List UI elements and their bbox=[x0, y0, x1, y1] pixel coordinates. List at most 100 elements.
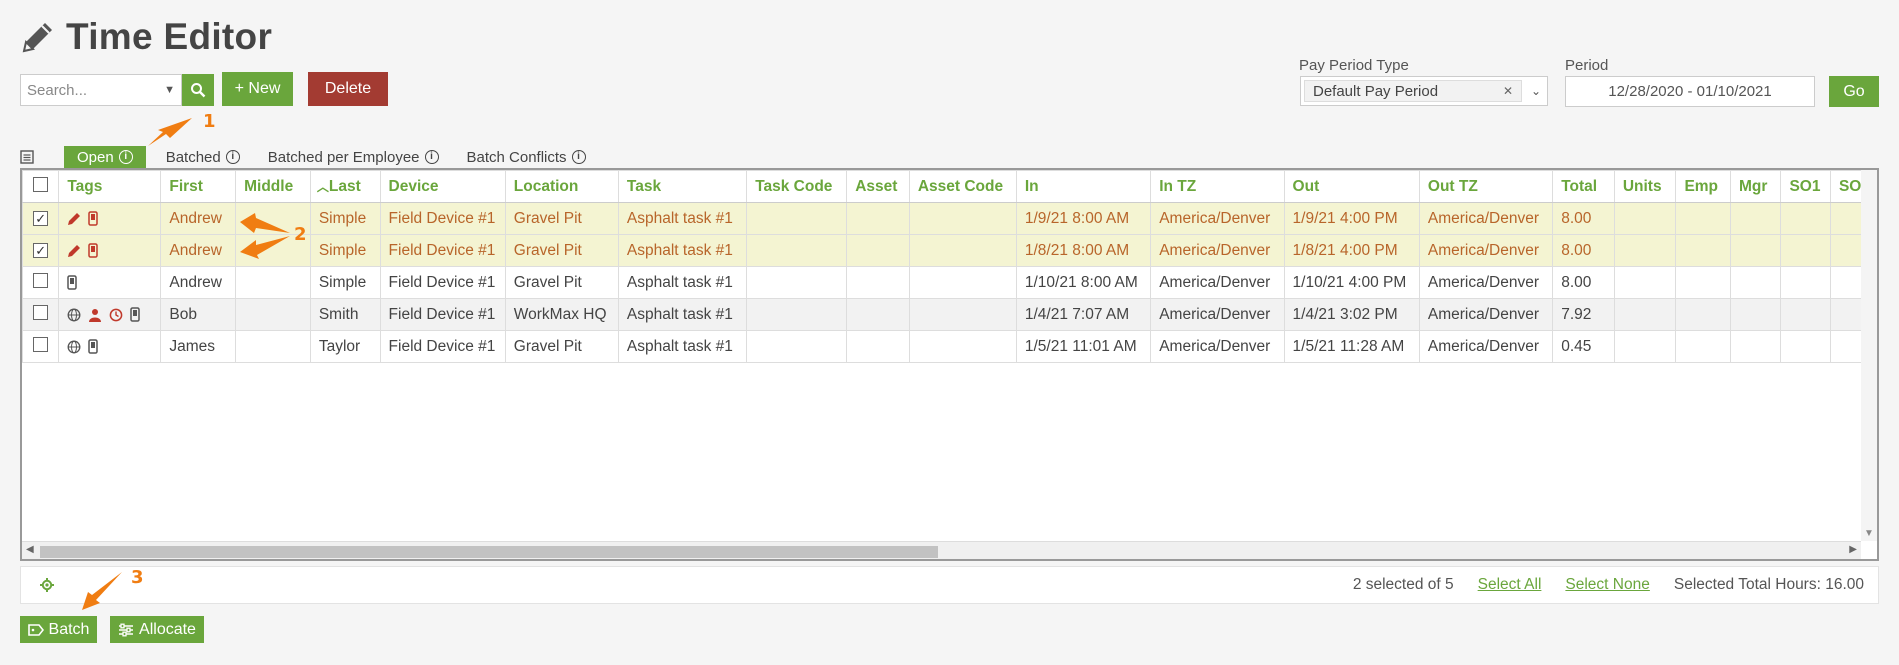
cell-empty bbox=[1780, 234, 1831, 267]
col-in-tz[interactable]: In TZ bbox=[1150, 170, 1285, 203]
cell-first: Andrew bbox=[160, 266, 237, 299]
table-row[interactable]: Bob Smith Field Device #1 WorkMax HQ Asphalt… bbox=[22, 298, 1877, 331]
gear-icon[interactable] bbox=[39, 577, 55, 593]
new-button[interactable]: + New bbox=[222, 72, 293, 106]
clock-icon bbox=[109, 308, 123, 322]
col-middle[interactable]: Middle bbox=[235, 170, 311, 203]
cell-in: 1/9/21 8:00 AM bbox=[1015, 202, 1152, 235]
scroll-left-icon[interactable]: ◀ bbox=[26, 544, 34, 555]
cell-task: Asphalt task #1 bbox=[617, 330, 748, 363]
search-input[interactable]: Search... ▼ bbox=[20, 74, 182, 106]
cell-task-code bbox=[746, 266, 848, 299]
col-out-tz[interactable]: Out TZ bbox=[1418, 170, 1554, 203]
cell-out-tz: America/Denver bbox=[1418, 234, 1554, 267]
chevron-down-icon[interactable]: ⌄ bbox=[1525, 84, 1547, 98]
col-tags[interactable]: Tags bbox=[58, 170, 162, 203]
cell-asset-code bbox=[908, 330, 1017, 363]
scrollbar-thumb[interactable] bbox=[40, 546, 938, 558]
batch-button[interactable]: Batch bbox=[20, 616, 97, 643]
col-units[interactable]: Units bbox=[1613, 170, 1677, 203]
col-device[interactable]: Device bbox=[379, 170, 506, 203]
vertical-scrollbar[interactable]: ▼ bbox=[1861, 170, 1877, 541]
cell-first: James bbox=[160, 330, 237, 363]
row-checkbox[interactable] bbox=[22, 298, 60, 331]
cell-out-tz: America/Denver bbox=[1418, 298, 1554, 331]
delete-button[interactable]: Delete bbox=[308, 72, 388, 106]
col-total[interactable]: Total bbox=[1552, 170, 1615, 203]
cell-empty bbox=[1780, 266, 1831, 299]
cell-empty bbox=[1613, 266, 1677, 299]
info-icon[interactable]: i bbox=[571, 150, 586, 164]
col-in[interactable]: In bbox=[1015, 170, 1152, 203]
cell-last: Simple bbox=[309, 234, 381, 267]
row-checkbox[interactable]: ✓ bbox=[22, 234, 60, 267]
cell-first: Andrew bbox=[160, 234, 237, 267]
info-icon[interactable]: i bbox=[225, 150, 240, 164]
cell-task: Asphalt task #1 bbox=[617, 234, 748, 267]
pencil-icon bbox=[67, 212, 81, 226]
select-none-link[interactable]: Select None bbox=[1565, 576, 1649, 594]
info-icon[interactable]: i bbox=[424, 150, 439, 164]
row-checkbox[interactable] bbox=[22, 266, 60, 299]
col-asset[interactable]: Asset bbox=[846, 170, 910, 203]
cell-empty bbox=[1675, 298, 1731, 331]
phone-icon bbox=[130, 307, 141, 322]
phone-icon bbox=[88, 243, 99, 258]
tags-cell bbox=[58, 266, 162, 299]
pencil-icon bbox=[67, 244, 81, 258]
col-last[interactable]: ︿Last bbox=[309, 170, 381, 203]
tab-batch-conflicts[interactable]: Batch Conflicts i bbox=[459, 146, 594, 168]
table-row[interactable]: James Taylor Field Device #1 Gravel Pit Asph… bbox=[22, 330, 1877, 363]
go-button[interactable]: Go bbox=[1829, 76, 1879, 107]
col-mgr[interactable]: Mgr bbox=[1729, 170, 1782, 203]
tab-batched-per-employee[interactable]: Batched per Employee i bbox=[260, 146, 447, 168]
col-task[interactable]: Task bbox=[617, 170, 748, 203]
sort-asc-icon: ︿ bbox=[316, 179, 329, 194]
col-task-code[interactable]: Task Code bbox=[746, 170, 848, 203]
pay-period-type-select[interactable]: Default Pay Period ✕ ⌄ bbox=[1300, 76, 1548, 106]
person-icon bbox=[88, 308, 102, 322]
col-first[interactable]: First bbox=[160, 170, 237, 203]
cell-asset bbox=[846, 234, 910, 267]
pay-period-type-value: Default Pay Period bbox=[1313, 82, 1439, 100]
allocate-button[interactable]: Allocate bbox=[110, 616, 204, 643]
col-location[interactable]: Location bbox=[504, 170, 619, 203]
cell-asset-code bbox=[908, 234, 1017, 267]
cell-device: Field Device #1 bbox=[379, 234, 506, 267]
row-checkbox[interactable] bbox=[22, 330, 60, 363]
scroll-right-icon[interactable]: ▶ bbox=[1849, 544, 1857, 555]
table-row[interactable]: Andrew Simple Field Device #1 Gravel Pit Asp… bbox=[22, 266, 1877, 299]
cell-task-code bbox=[746, 330, 848, 363]
annotation-number-1: 1 bbox=[203, 111, 216, 132]
col-emp[interactable]: Emp bbox=[1675, 170, 1731, 203]
tags-cell bbox=[58, 202, 162, 235]
tab-batched[interactable]: Batched i bbox=[158, 146, 248, 168]
select-all-checkbox[interactable] bbox=[22, 170, 60, 203]
cell-asset-code bbox=[908, 298, 1017, 331]
footer-summary: 2 selected of 5 Select All Select None S… bbox=[1353, 576, 1878, 594]
cell-middle bbox=[235, 266, 311, 299]
horizontal-scrollbar[interactable]: ◀ ▶ bbox=[22, 541, 1861, 559]
col-so1[interactable]: SO1 bbox=[1780, 170, 1831, 203]
period-input[interactable]: 12/28/2020 - 01/10/2021 bbox=[1565, 76, 1815, 107]
phone-icon bbox=[67, 275, 78, 290]
info-icon[interactable]: i bbox=[118, 150, 133, 164]
clear-icon[interactable]: ✕ bbox=[1503, 84, 1513, 98]
row-checkbox[interactable]: ✓ bbox=[22, 202, 60, 235]
scroll-down-icon[interactable]: ▼ bbox=[1864, 528, 1874, 539]
tab-label: Batched per Employee bbox=[267, 148, 420, 166]
chevron-down-icon[interactable]: ▼ bbox=[164, 84, 175, 96]
cell-empty bbox=[1729, 266, 1782, 299]
cell-in-tz: America/Denver bbox=[1150, 266, 1285, 299]
select-all-link[interactable]: Select All bbox=[1478, 576, 1542, 594]
cell-in: 1/8/21 8:00 AM bbox=[1015, 234, 1152, 267]
cell-empty bbox=[1675, 202, 1731, 235]
col-out[interactable]: Out bbox=[1283, 170, 1420, 203]
cell-out-tz: America/Denver bbox=[1418, 266, 1554, 299]
cell-location: WorkMax HQ bbox=[504, 298, 619, 331]
search-button[interactable] bbox=[182, 74, 214, 106]
col-asset-code[interactable]: Asset Code bbox=[908, 170, 1017, 203]
list-icon[interactable] bbox=[20, 150, 34, 164]
tab-open[interactable]: Open i bbox=[64, 146, 146, 168]
tags-cell bbox=[58, 234, 162, 267]
